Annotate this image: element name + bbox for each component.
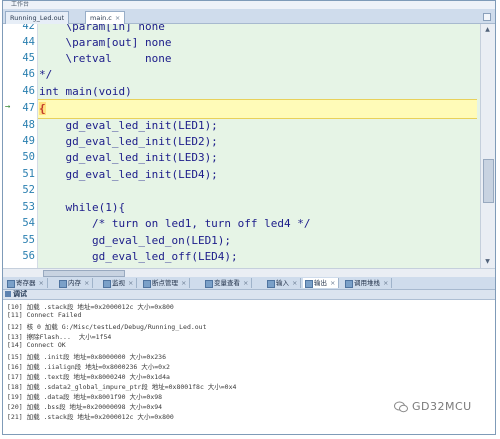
window-title: 工作台 (11, 1, 30, 8)
code-line: while(1){ (39, 201, 126, 214)
tab-input[interactable]: 输入 × (265, 278, 302, 288)
code-line: int main(void) (39, 85, 132, 98)
panel-tab-label: 输出 (314, 279, 327, 287)
tab-call-stack[interactable]: 调用堆栈 × (343, 278, 393, 288)
horizontal-scrollbar[interactable] (3, 268, 495, 277)
log-line: [17] 加载 .text段 地址=0x8000240 大小=0x1d4a (7, 373, 170, 381)
line-number: 44 (22, 36, 35, 48)
scrollbar-thumb[interactable] (43, 270, 125, 277)
close-icon[interactable]: × (128, 279, 133, 287)
tab-list-icon[interactable] (483, 13, 491, 21)
panel-tab-label: 变量查看 (214, 279, 240, 287)
input-icon (267, 280, 275, 288)
close-icon[interactable]: × (330, 279, 335, 287)
title-strip: 工作台 (3, 1, 495, 9)
line-number: 50 (22, 151, 35, 163)
output-panel-header: 调试 (3, 290, 495, 300)
code-editor[interactable]: 42 44 45 46 46 47 → 48 49 50 51 52 53 54… (3, 24, 495, 268)
log-line: [18] 加载 .sdata2_global_impure_ptr段 地址=0x… (7, 383, 237, 391)
close-icon[interactable]: × (115, 14, 120, 22)
line-number: 46 (22, 85, 35, 97)
call-stack-icon (345, 280, 353, 288)
tab-label: main.c (90, 14, 112, 22)
code-line: { (39, 102, 46, 115)
panel-tab-label: 输入 (276, 279, 289, 287)
close-icon[interactable]: × (39, 279, 44, 287)
scrollbar-thumb[interactable] (483, 159, 494, 203)
panel-tab-label: 寄存器 (16, 279, 36, 287)
code-line: gd_eval_led_init(LED2); (39, 135, 218, 148)
log-line: [11] Connect Failed (7, 311, 82, 319)
line-number: 54 (22, 217, 35, 229)
log-line: [15] 加载 .init段 地址=0x8000000 大小=0x236 (7, 353, 166, 361)
code-line: gd_eval_led_init(LED1); (39, 119, 218, 132)
panel-tab-bar: 寄存器 × 内存 × 监视 × 断点管理 × 变量查看 × 输入 × 输出 × 调用堆栈 × (3, 277, 495, 290)
line-number: 56 (22, 250, 35, 262)
panel-tab-label: 调用堆栈 (354, 279, 380, 287)
tab-registers[interactable]: 寄存器 × (5, 278, 48, 288)
line-number: 45 (22, 52, 35, 64)
log-line: [12] 核 0 加载 G:/Misc/testLed/Debug/Runnin… (7, 323, 207, 331)
matched-brace: { (39, 102, 46, 115)
current-line-highlight (38, 99, 477, 119)
line-number: 55 (22, 234, 35, 246)
breakpoint-icon (143, 280, 151, 288)
log-line: [21] 加载 .stack段 地址=0x2000012c 大小=0x800 (7, 413, 174, 421)
scroll-up-icon[interactable]: ▲ (483, 25, 492, 34)
code-line: /* turn on led1, turn off led4 */ (39, 217, 311, 230)
editor-tab-bar: Running_Led.out main.c × (3, 9, 495, 24)
output-log[interactable]: [10] 加载 .stack段 地址=0x2000012c 大小=0x800 [… (3, 300, 495, 434)
tab-label: Running_Led.out (10, 14, 65, 22)
output-icon (305, 280, 313, 288)
code-line: gd_eval_led_off(LED4); (39, 250, 238, 263)
close-icon[interactable]: × (243, 279, 248, 287)
line-number: 46 (22, 68, 35, 80)
tab-variables[interactable]: 变量查看 × (203, 278, 253, 288)
code-line: gd_eval_led_on(LED1); (39, 234, 232, 247)
line-number: 51 (22, 168, 35, 180)
current-line-arrow-icon: → (5, 102, 11, 112)
code-line: gd_eval_led_init(LED3); (39, 151, 218, 164)
tab-memory[interactable]: 内存 × (57, 278, 94, 288)
tab-watch[interactable]: 监视 × (101, 278, 138, 288)
watch-icon (103, 280, 111, 288)
panel-tab-label: 内存 (68, 279, 81, 287)
panel-tab-label: 断点管理 (152, 279, 178, 287)
memory-icon (59, 280, 67, 288)
scroll-down-icon[interactable]: ▼ (483, 257, 492, 266)
code-line: */ (39, 68, 53, 81)
close-icon[interactable]: × (383, 279, 388, 287)
log-line: [10] 加载 .stack段 地址=0x2000012c 大小=0x800 (7, 303, 174, 311)
log-line: [13] 擦除Flash... 大小=1f54 (7, 333, 112, 341)
line-number: 42 (22, 24, 35, 32)
code-line: \retval none (39, 52, 172, 65)
tab-output[interactable]: 输出 × (303, 278, 340, 288)
tab-main-c[interactable]: main.c × (85, 11, 126, 24)
line-number: 49 (22, 135, 35, 147)
line-number: 52 (22, 184, 35, 196)
output-panel-title: 调试 (13, 290, 27, 298)
line-number: 48 (22, 119, 35, 131)
ide-window: 工作台 Running_Led.out main.c × 42 44 45 46 … (2, 0, 496, 435)
log-line: [19] 加载 .data段 地址=0x8001f90 大小=0x98 (7, 393, 163, 401)
close-icon[interactable]: × (292, 279, 297, 287)
close-icon[interactable]: × (181, 279, 186, 287)
log-line: [14] Connect OK (7, 341, 66, 349)
log-line: [16] 加载 .iialign段 地址=0x8000236 大小=0x2 (7, 363, 170, 371)
code-line: gd_eval_led_init(LED4); (39, 168, 218, 181)
debug-icon (5, 291, 11, 297)
wechat-logo-icon (394, 401, 408, 413)
tab-breakpoints[interactable]: 断点管理 × (141, 278, 191, 288)
log-line: [20] 加载 .bss段 地址=0x20000098 大小=0x94 (7, 403, 163, 411)
vertical-scrollbar[interactable]: ▲ ▼ (480, 24, 495, 268)
code-line: \param[in] none (39, 24, 165, 33)
variables-icon (205, 280, 213, 288)
tab-running-led-out[interactable]: Running_Led.out (5, 11, 70, 24)
code-line: \param[out] none (39, 36, 172, 49)
close-icon[interactable]: × (84, 279, 89, 287)
registers-icon (7, 280, 15, 288)
panel-tab-label: 监视 (112, 279, 125, 287)
watermark-text: GD32MCU (412, 400, 472, 413)
line-number: 53 (22, 201, 35, 213)
